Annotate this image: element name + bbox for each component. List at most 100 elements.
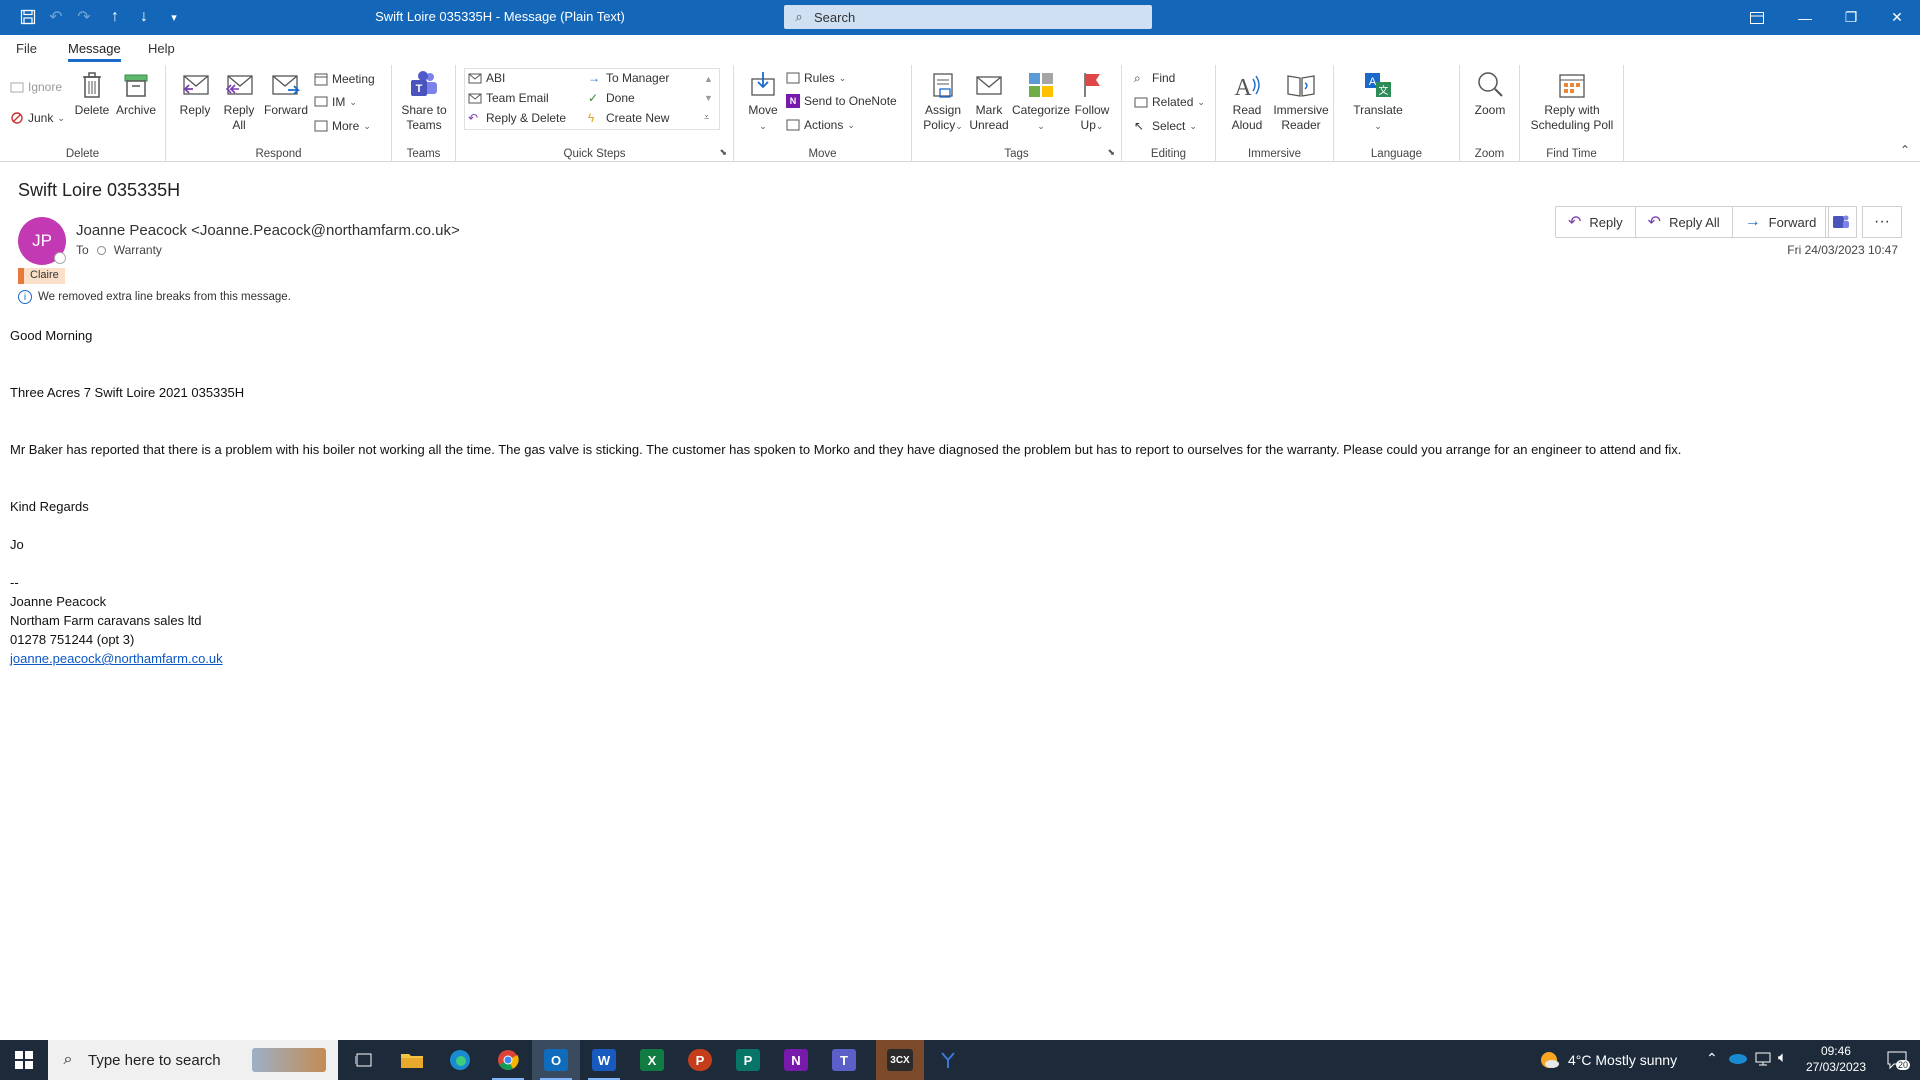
related-button[interactable]: Related ⌄ <box>1134 95 1205 109</box>
sender[interactable]: Joanne Peacock <Joanne.Peacock@northamfa… <box>76 222 460 239</box>
more-actions-button[interactable]: ··· <box>1862 206 1902 238</box>
search-placeholder: Search <box>814 9 856 25</box>
taskbar-search-placeholder: Type here to search <box>88 1051 221 1069</box>
read-aloud-button[interactable]: A Read Aloud <box>1222 69 1272 133</box>
restore-button[interactable]: ❐ <box>1828 0 1874 35</box>
category-tag[interactable]: Claire <box>18 268 65 284</box>
file-explorer-button[interactable] <box>388 1040 436 1080</box>
menu-help[interactable]: Help <box>148 41 175 56</box>
start-button[interactable] <box>0 1040 48 1080</box>
mark-unread-button[interactable]: Mark Unread <box>964 69 1014 133</box>
quickstep-done[interactable]: ✓ Done <box>588 91 635 105</box>
excel-button[interactable]: X <box>628 1040 676 1080</box>
select-button[interactable]: ↖ Select ⌄ <box>1134 119 1197 133</box>
quickstep-team-email[interactable]: Team Email <box>468 91 549 105</box>
signature-email-link[interactable]: joanne.peacock@northamfarm.co.uk <box>10 651 223 666</box>
pinned-app-button[interactable] <box>924 1040 972 1080</box>
message-subject: Swift Loire 035335H <box>18 180 181 200</box>
show-hidden-icons[interactable]: ⌃ <box>1706 1050 1718 1067</box>
forward-button[interactable]: Forward <box>261 69 311 118</box>
chrome-button[interactable] <box>484 1040 532 1080</box>
assign-policy-button[interactable]: Assign Policy⌄ <box>918 69 968 134</box>
3cx-button[interactable]: 3CX <box>876 1040 924 1080</box>
clock-time: 09:46 <box>1820 1044 1851 1058</box>
reply-icon <box>182 75 209 95</box>
move-group: Move ⌄ Rules ⌄ N Send to OneNote Actions ⌄ … <box>734 65 912 162</box>
svg-text:A: A <box>1234 75 1252 101</box>
outlook-button[interactable]: O <box>532 1040 580 1080</box>
3cx-icon: 3CX <box>887 1049 913 1071</box>
minimize-button[interactable]: — <box>1782 0 1828 35</box>
follow-up-button[interactable]: Follow Up⌄ <box>1067 69 1117 134</box>
info-bar[interactable]: i We removed extra line breaks from this… <box>18 290 291 304</box>
customize-toolbar-icon[interactable]: ▾ <box>162 6 186 28</box>
onenote-taskbar-button[interactable]: N <box>772 1040 820 1080</box>
edge-button[interactable] <box>436 1040 484 1080</box>
powerpoint-button[interactable]: P <box>676 1040 724 1080</box>
actions-button[interactable]: Actions ⌄ <box>786 118 855 132</box>
delete-button[interactable]: Delete <box>67 69 117 118</box>
teams-chat-button[interactable] <box>1825 206 1857 238</box>
quickstep-to-manager[interactable]: → To Manager <box>588 71 669 85</box>
reply-action-button[interactable]: ↶ Reply <box>1556 207 1636 237</box>
zoom-button[interactable]: Zoom <box>1465 69 1515 118</box>
signature-name: Joanne Peacock <box>10 594 107 609</box>
move-button[interactable]: Move ⌄ <box>738 69 788 134</box>
teams-taskbar-button[interactable]: T <box>820 1040 868 1080</box>
weather-text: 4°C Mostly sunny <box>1568 1052 1678 1068</box>
ignore-button[interactable]: Ignore <box>10 80 62 94</box>
onedrive-icon[interactable] <box>1728 1050 1748 1069</box>
weather-widget[interactable]: 4°C Mostly sunny <box>1538 1049 1677 1071</box>
archive-button[interactable]: Archive <box>111 69 161 118</box>
reply-scheduling-poll-button[interactable]: Reply with Scheduling Poll <box>1527 69 1617 133</box>
immersive-reader-button[interactable]: Immersive Reader <box>1270 69 1332 133</box>
next-item-icon[interactable]: ↓ <box>132 6 156 28</box>
meeting-button[interactable]: Meeting <box>314 72 375 86</box>
undo-icon[interactable]: ↶ <box>44 6 68 28</box>
policy-icon <box>933 73 953 98</box>
clock[interactable]: 09:46 27/03/2023 <box>1806 1043 1866 1075</box>
reply-all-button[interactable]: Reply All <box>214 69 264 133</box>
categorize-button[interactable]: Categorize ⌄ <box>1012 69 1070 134</box>
redo-icon[interactable]: ↷ <box>72 6 96 28</box>
quickstep-abi[interactable]: ABI <box>468 71 505 85</box>
menu-message[interactable]: Message <box>68 41 121 62</box>
reply-all-action-button[interactable]: ↶ Reply All <box>1636 207 1733 237</box>
arrow-right-icon: → <box>588 71 600 85</box>
teams-group: T Share to Teams Teams <box>392 65 456 162</box>
taskbar-search[interactable]: ⌕ Type here to search <box>48 1040 338 1080</box>
gallery-scroll[interactable]: ▲ ▼ ⩡ <box>704 70 713 127</box>
reply-button[interactable]: Reply <box>170 69 220 118</box>
share-to-teams-button[interactable]: T Share to Teams <box>396 69 452 133</box>
volume-icon[interactable]: 🔈︎ <box>1778 1049 1787 1066</box>
save-icon[interactable] <box>16 6 40 28</box>
more-respond-button[interactable]: More ⌄ <box>314 119 371 133</box>
search-box[interactable]: ⌕ Search <box>784 5 1152 29</box>
translate-button[interactable]: A文 Translate ⌄ <box>1344 69 1412 134</box>
send-to-onenote-button[interactable]: N Send to OneNote <box>786 94 897 108</box>
close-button[interactable]: ✕ <box>1874 0 1920 35</box>
find-button[interactable]: ⌕ Find <box>1134 71 1175 85</box>
archive-icon <box>124 74 148 97</box>
junk-button[interactable]: Junk ⌄ <box>10 111 65 125</box>
im-button[interactable]: IM ⌄ <box>314 95 357 109</box>
quickstep-reply-delete[interactable]: ↶ Reply & Delete <box>468 111 566 125</box>
recipient[interactable]: Warranty <box>114 243 162 257</box>
task-view-button[interactable] <box>340 1040 388 1080</box>
publisher-button[interactable]: P <box>724 1040 772 1080</box>
word-button[interactable]: W <box>580 1040 628 1080</box>
collapse-ribbon-icon[interactable]: ⌃ <box>1900 143 1910 157</box>
quickstep-create-new[interactable]: ϟ Create New <box>588 111 669 125</box>
network-icon[interactable] <box>1754 1051 1772 1072</box>
teams-taskbar-icon: T <box>832 1049 856 1071</box>
search-icon: ⌕ <box>795 9 803 24</box>
notification-center-button[interactable]: 20 <box>1884 1048 1910 1072</box>
signature-phone: 01278 751244 (opt 3) <box>10 632 135 647</box>
rules-button[interactable]: Rules ⌄ <box>786 71 846 85</box>
forward-action-button[interactable]: → Forward <box>1733 207 1829 237</box>
menu-file[interactable]: File <box>16 41 37 56</box>
checkmark-icon: ✓ <box>588 91 599 105</box>
previous-item-icon[interactable]: ↑ <box>103 6 127 28</box>
clock-date: 27/03/2023 <box>1805 1060 1866 1074</box>
ribbon-display-icon[interactable] <box>1734 0 1780 35</box>
